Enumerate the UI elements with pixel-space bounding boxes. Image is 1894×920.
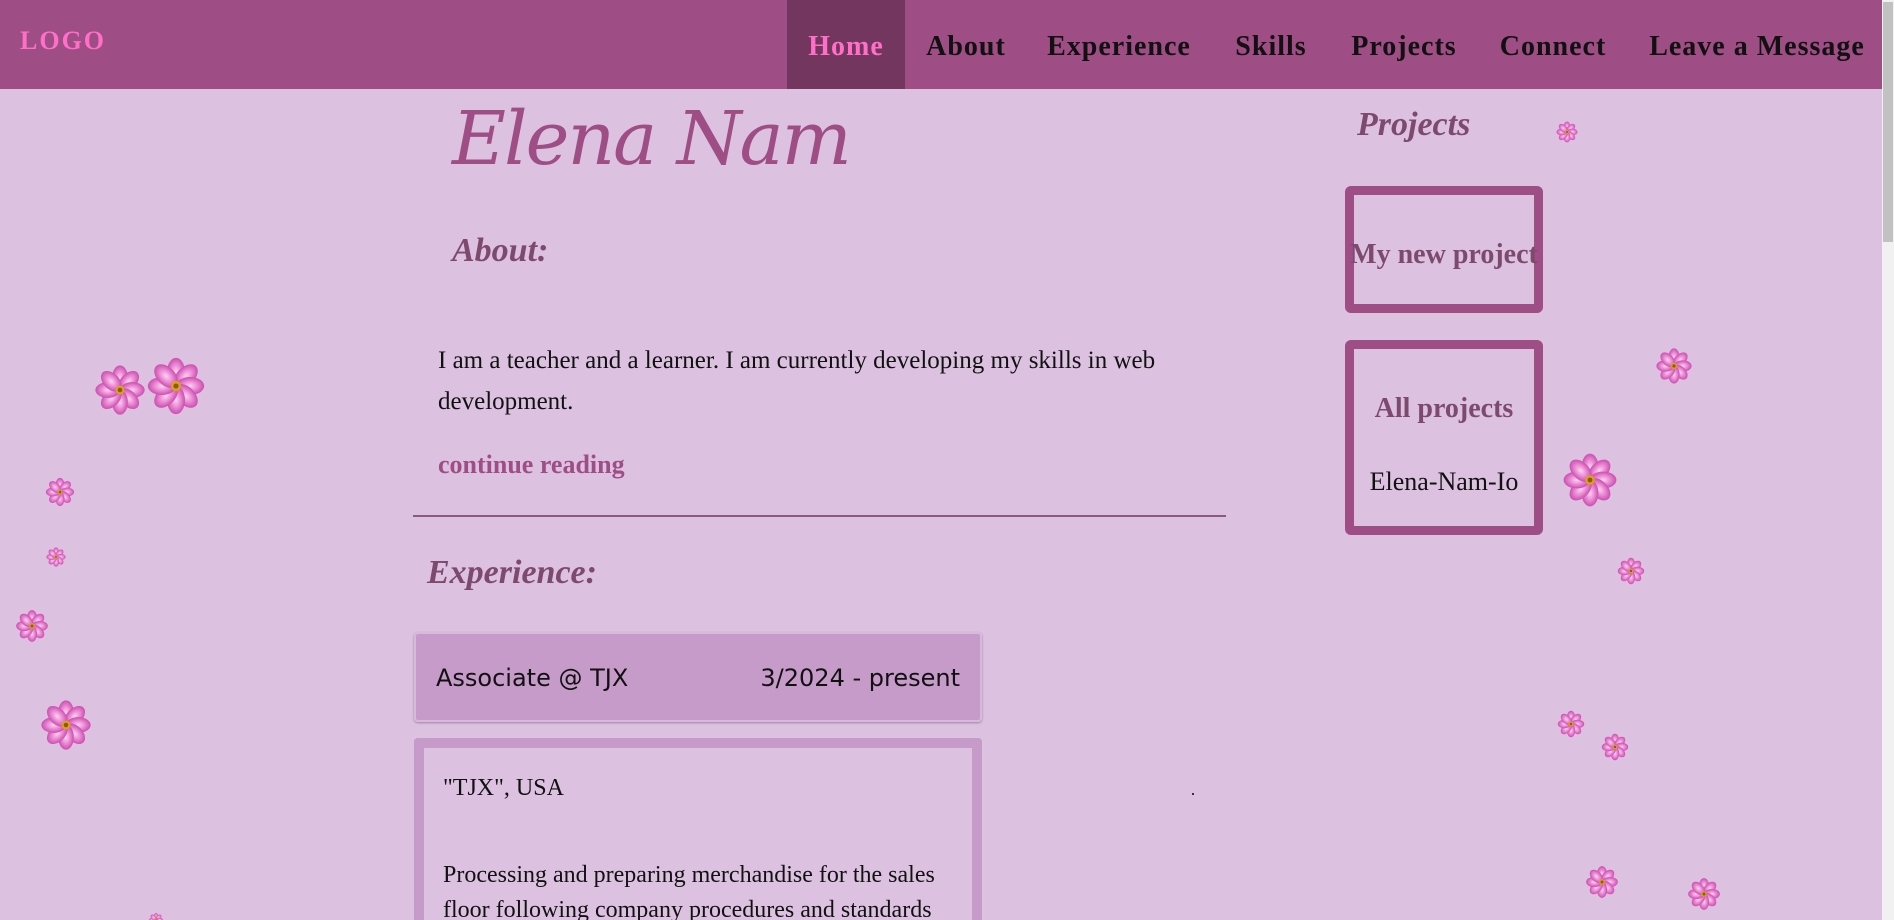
all-projects-card[interactable]: All projects Elena-Nam-Io	[1345, 340, 1543, 535]
section-divider	[413, 515, 1226, 517]
job-description: Processing and preparing merchandise for…	[443, 862, 935, 920]
all-projects-label: All projects	[1374, 393, 1514, 424]
project-repo-link[interactable]: Elena-Nam-Io	[1354, 467, 1534, 497]
project-name: My new project	[1350, 239, 1538, 270]
job-accordion-header[interactable]: Associate @ TJX 3/2024 - present	[414, 632, 982, 722]
flower-icon	[1563, 453, 1617, 507]
job-company: "TJX", USA	[443, 775, 564, 801]
nav-item-experience[interactable]: Experience	[1043, 0, 1195, 89]
nav-item-about[interactable]: About	[918, 0, 1014, 89]
scrollbar-thumb[interactable]	[1883, 2, 1893, 242]
sidebar-projects-title: Projects	[1357, 106, 1471, 143]
about-text: I am a teacher and a learner. I am curre…	[438, 347, 1156, 415]
flower-icon	[95, 365, 145, 415]
flower-icon	[45, 477, 75, 507]
stray-dot	[1192, 793, 1194, 795]
flower-icon	[16, 610, 48, 642]
flower-icon	[46, 547, 66, 567]
logo[interactable]: LOGO	[20, 26, 106, 56]
flower-icon	[147, 357, 205, 415]
flower-icon	[1601, 733, 1629, 761]
flower-icon	[1656, 348, 1692, 384]
flower-icon	[41, 700, 91, 750]
flower-icon	[1617, 557, 1645, 585]
job-dates: 3/2024 - present	[760, 664, 960, 692]
flower-icon	[1556, 121, 1578, 143]
vertical-scrollbar[interactable]	[1882, 0, 1894, 920]
flower-icon	[1586, 866, 1618, 898]
experience-heading: Experience:	[427, 554, 597, 591]
navbar: LOGO Home About Experience Skills Projec…	[0, 0, 1882, 89]
flower-icon	[1688, 878, 1720, 910]
nav-item-leave-message[interactable]: Leave a Message	[1642, 0, 1872, 89]
about-heading: About:	[452, 232, 549, 269]
nav-item-home[interactable]: Home	[787, 0, 905, 89]
nav-item-connect[interactable]: Connect	[1493, 0, 1613, 89]
nav-item-skills[interactable]: Skills	[1226, 0, 1316, 89]
continue-reading-link[interactable]: continue reading	[438, 450, 625, 480]
page-title: Elena Nam	[452, 96, 852, 182]
flower-icon	[1557, 710, 1585, 738]
flower-icon	[148, 912, 164, 920]
job-title: Associate @ TJX	[436, 664, 629, 692]
project-card[interactable]: My new project	[1345, 186, 1543, 313]
nav-item-projects[interactable]: Projects	[1344, 0, 1464, 89]
